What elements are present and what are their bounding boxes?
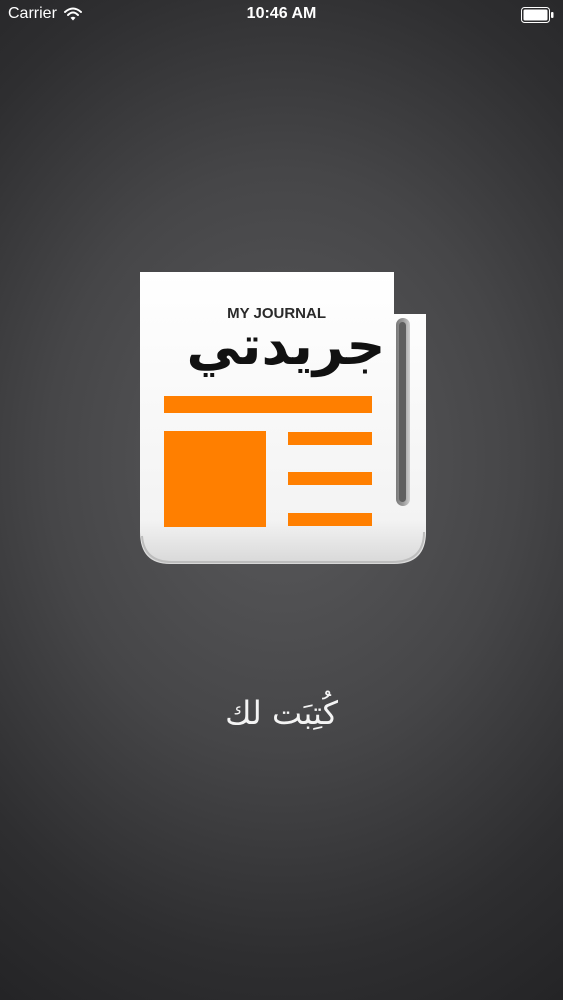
battery-full-icon <box>521 7 554 23</box>
status-time: 10:46 AM <box>246 5 317 22</box>
logo-text-line <box>288 472 372 485</box>
status-bar: Carrier 10:46 AM <box>0 0 563 30</box>
app-logo: MY JOURNAL جريدتي <box>136 270 432 566</box>
logo-image-block <box>164 431 266 527</box>
logo-headline-bar <box>164 396 372 413</box>
logo-brand-ar: جريدتي <box>187 314 386 377</box>
tagline: كُتِبَت لك <box>225 694 338 732</box>
logo-text-line <box>288 513 372 526</box>
logo-text-line <box>288 432 372 445</box>
